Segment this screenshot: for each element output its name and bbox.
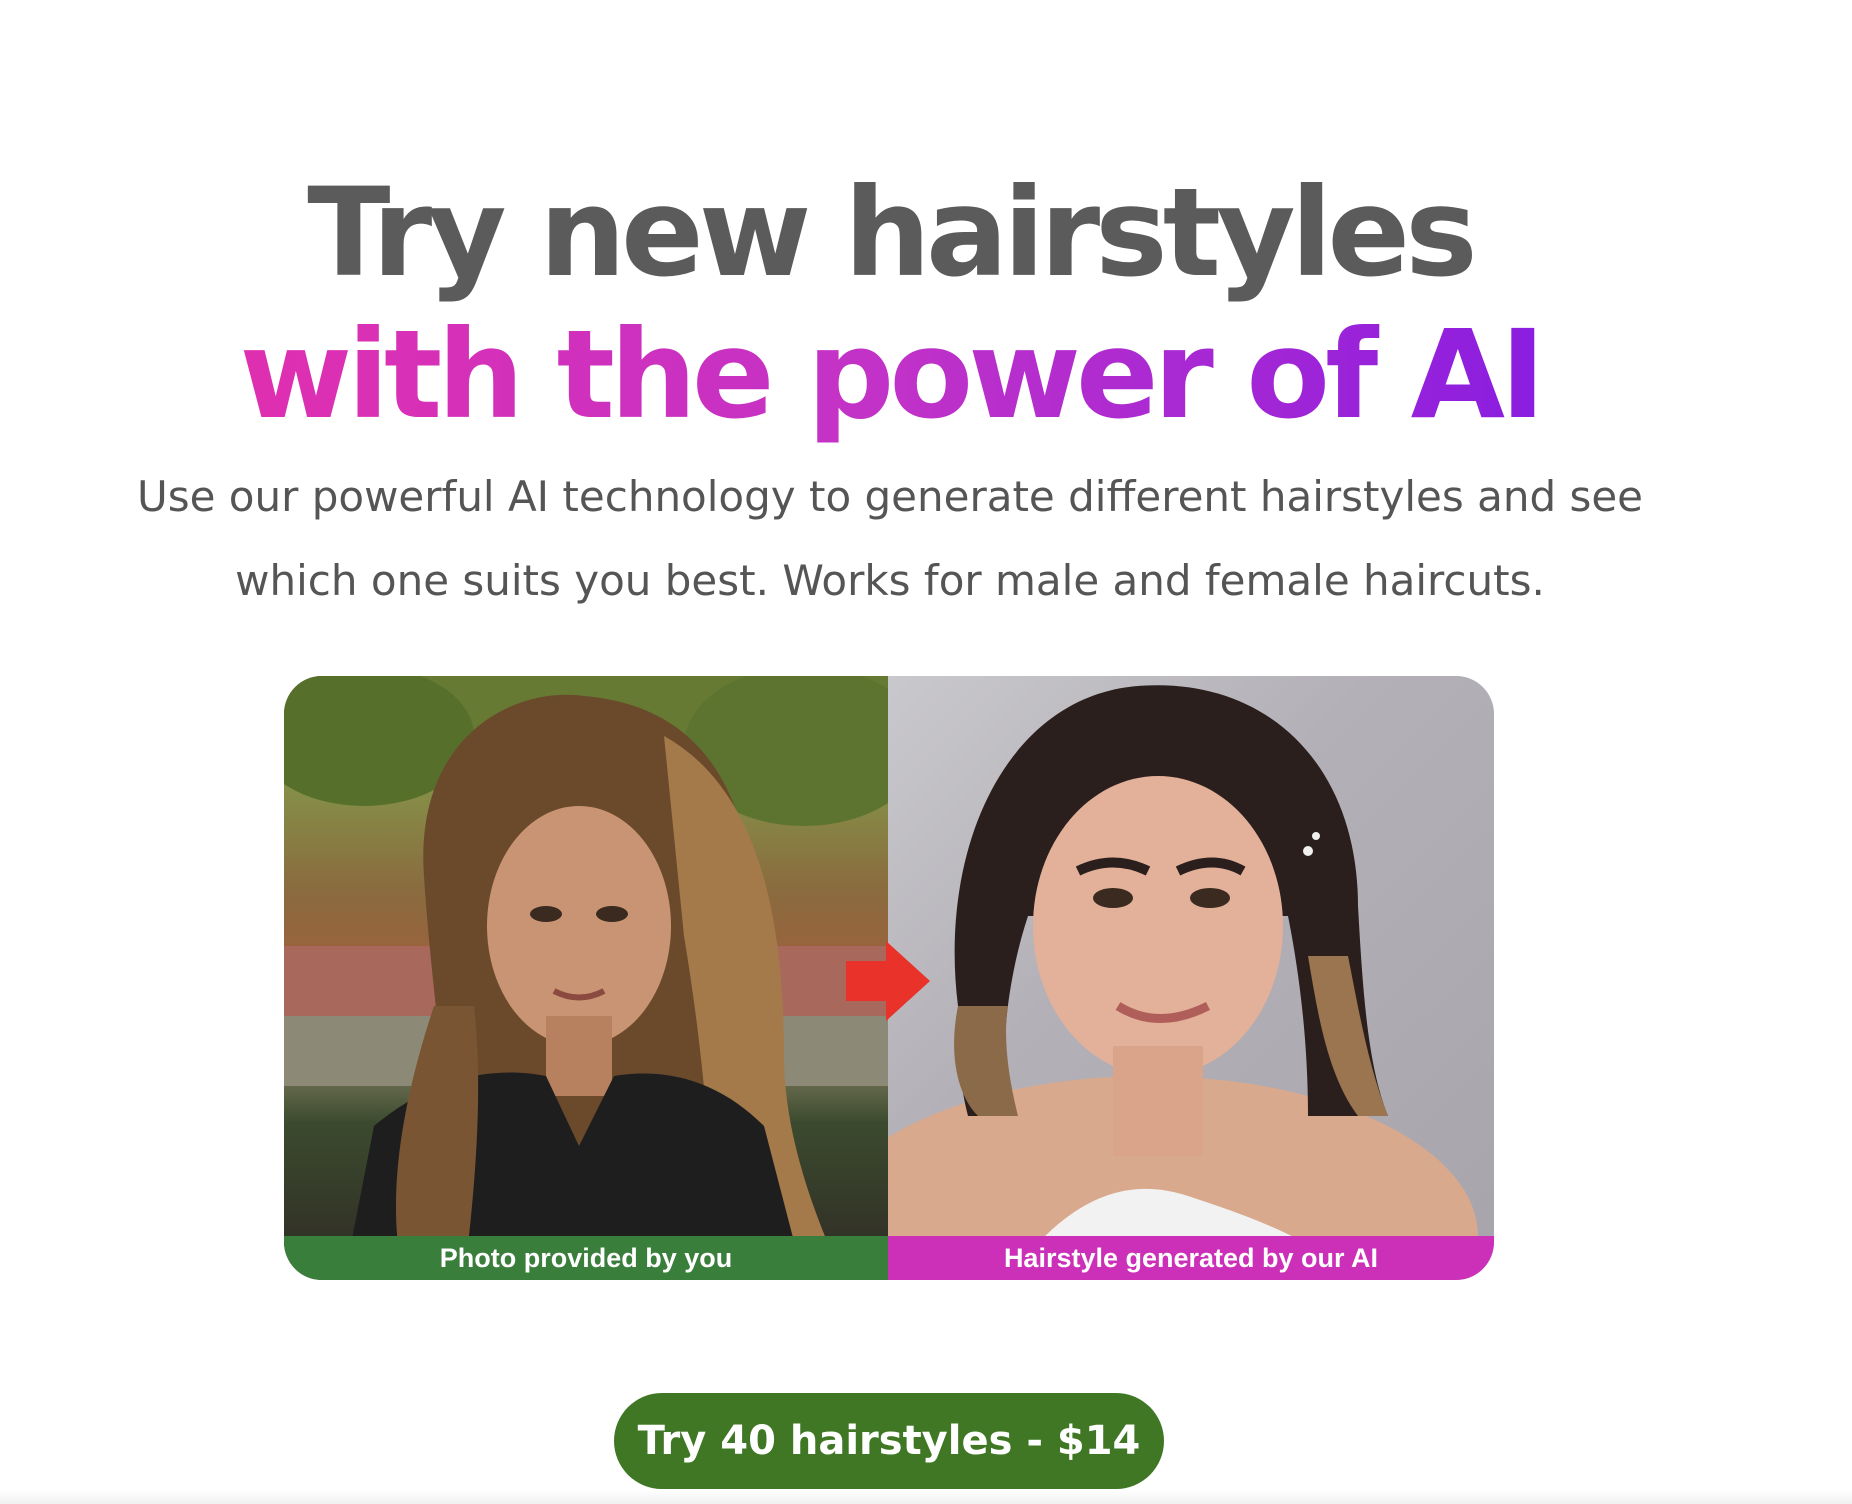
page-bottom-shadow (0, 1490, 1852, 1504)
original-photo-caption: Photo provided by you (284, 1236, 888, 1280)
hero-title-line-1: Try new hairstyles (307, 162, 1478, 304)
ai-generated-photo (888, 676, 1494, 1280)
hero-title-line-2: with the power of AI (0, 300, 1780, 450)
hero-subtitle: Use our powerful AI technology to genera… (136, 472, 1644, 605)
original-photo (284, 676, 888, 1280)
try-hairstyles-button[interactable]: Try 40 hairstyles - $14 (614, 1393, 1164, 1489)
original-photo-illustration (284, 676, 888, 1280)
before-after-image: Photo provided by you Hairstyle generate… (284, 676, 1494, 1280)
ai-photo-caption: Hairstyle generated by our AI (888, 1236, 1494, 1280)
hero-title-gradient-text: with the power of AI (234, 304, 1547, 464)
hero-section: Try new hairstyles with the power of AI … (0, 0, 1852, 1504)
arrow-right-icon (846, 941, 930, 1021)
ai-generated-photo-illustration (888, 685, 1478, 1280)
